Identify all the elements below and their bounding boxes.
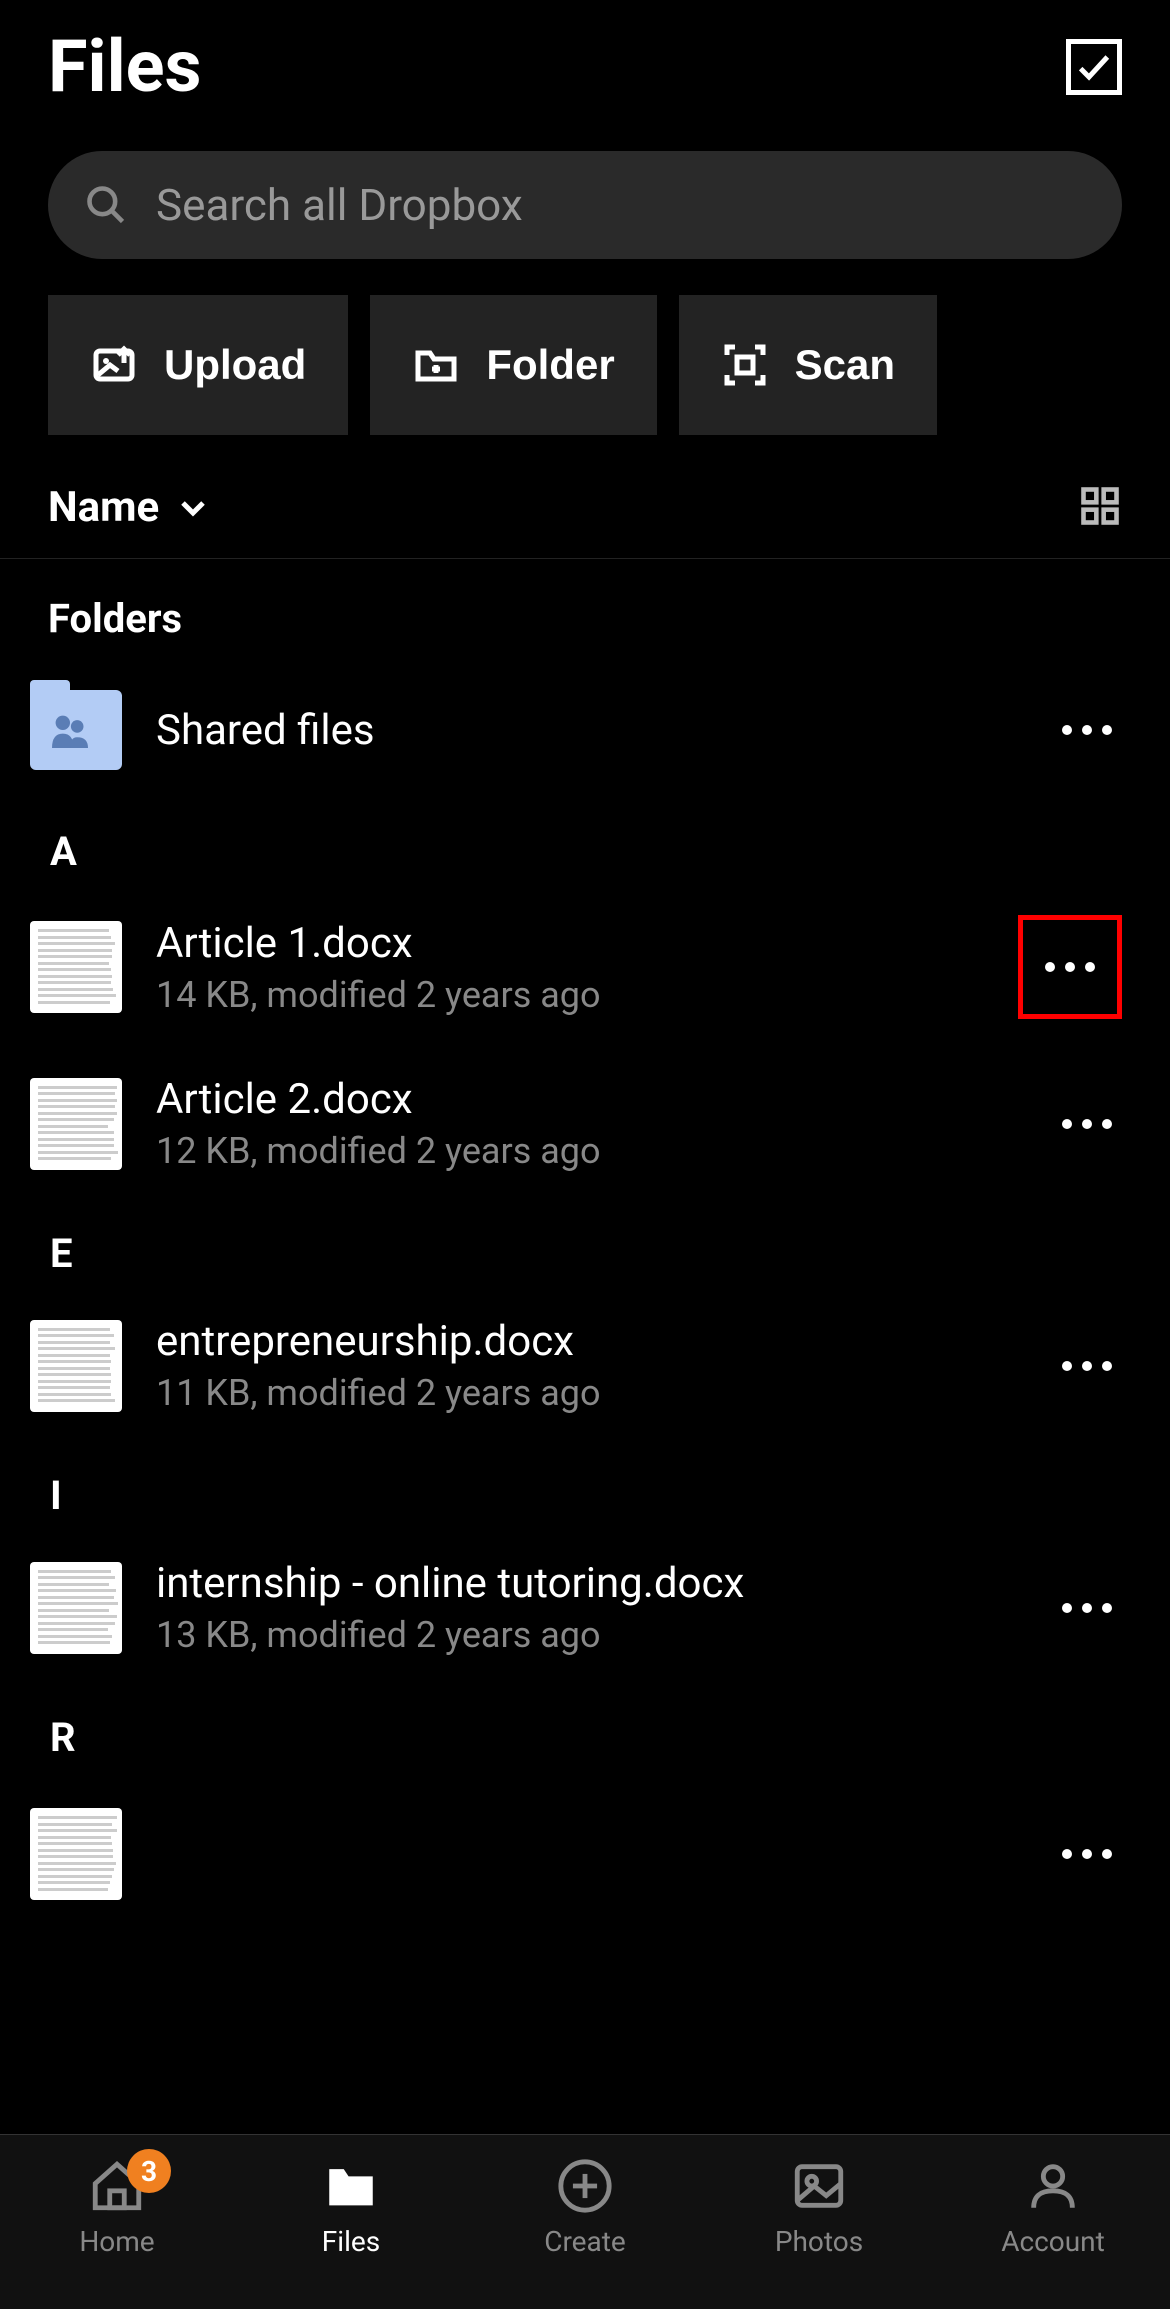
document-thumb xyxy=(30,1320,122,1412)
more-options-button[interactable] xyxy=(1052,1819,1122,1889)
tab-photos-label: Photos xyxy=(775,2225,863,2258)
tab-home-label: Home xyxy=(79,2225,154,2258)
scan-icon xyxy=(721,341,769,389)
new-folder-button[interactable]: Folder xyxy=(370,295,656,435)
folder-icon xyxy=(322,2157,380,2215)
file-meta: 13 KB, modified 2 years ago xyxy=(156,1614,1052,1656)
select-mode-button[interactable] xyxy=(1066,39,1122,95)
checkmark-icon xyxy=(1074,47,1114,87)
folder-plus-icon xyxy=(412,341,460,389)
tab-create-label: Create xyxy=(544,2225,626,2258)
shared-folder-icon xyxy=(30,690,122,770)
tab-account[interactable]: Account xyxy=(963,2157,1143,2258)
sort-label-text: Name xyxy=(48,483,159,532)
file-meta: 14 KB, modified 2 years ago xyxy=(156,974,1018,1016)
more-options-button[interactable] xyxy=(1052,1331,1122,1401)
file-item[interactable]: Article 1.docx 14 KB, modified 2 years ag… xyxy=(0,887,1170,1047)
more-options-button[interactable] xyxy=(1052,1573,1122,1643)
file-meta: 11 KB, modified 2 years ago xyxy=(156,1372,1052,1414)
document-thumb xyxy=(30,1562,122,1654)
more-options-button[interactable] xyxy=(1052,1089,1122,1159)
file-item[interactable]: entrepreneurship.docx 11 KB, modified 2 y… xyxy=(0,1289,1170,1442)
upload-icon xyxy=(90,341,138,389)
more-options-button[interactable] xyxy=(1018,915,1122,1019)
tab-files-label: Files xyxy=(322,2225,380,2258)
upload-button[interactable]: Upload xyxy=(48,295,348,435)
photo-icon xyxy=(790,2157,848,2215)
file-meta: 12 KB, modified 2 years ago xyxy=(156,1130,1052,1172)
tab-account-label: Account xyxy=(1001,2225,1105,2258)
tab-create[interactable]: Create xyxy=(495,2157,675,2258)
section-letter: E xyxy=(0,1200,1170,1289)
folder-item[interactable]: Shared files xyxy=(0,662,1170,798)
sort-button[interactable]: Name xyxy=(48,483,213,532)
scan-label: Scan xyxy=(795,341,895,389)
grid-icon xyxy=(1078,484,1122,528)
search-placeholder: Search all Dropbox xyxy=(156,179,523,231)
tab-home[interactable]: 3 Home xyxy=(27,2157,207,2258)
file-item[interactable] xyxy=(0,1773,1170,1935)
page-title: Files xyxy=(48,24,202,109)
folder-name: Shared files xyxy=(156,706,1052,755)
file-meta xyxy=(156,1865,1052,1907)
plus-circle-icon xyxy=(556,2157,614,2215)
section-letter: I xyxy=(0,1442,1170,1531)
account-icon xyxy=(1024,2157,1082,2215)
file-item[interactable]: Article 2.docx 12 KB, modified 2 years ag… xyxy=(0,1047,1170,1200)
search-icon xyxy=(84,183,128,227)
scan-button[interactable]: Scan xyxy=(679,295,937,435)
file-name: Article 1.docx xyxy=(156,919,1018,968)
bottom-tab-bar: 3 Home Files Create Photos Account xyxy=(0,2134,1170,2309)
tab-photos[interactable]: Photos xyxy=(729,2157,909,2258)
document-thumb xyxy=(30,921,122,1013)
file-item[interactable]: internship - online tutoring.docx 13 KB, … xyxy=(0,1531,1170,1684)
more-options-button[interactable] xyxy=(1052,695,1122,765)
file-name: entrepreneurship.docx xyxy=(156,1317,1052,1366)
document-thumb xyxy=(30,1078,122,1170)
file-name: Article 2.docx xyxy=(156,1075,1052,1124)
folders-section-header: Folders xyxy=(0,559,1170,662)
chevron-down-icon xyxy=(173,488,213,528)
upload-label: Upload xyxy=(164,341,306,389)
document-thumb xyxy=(30,1808,122,1900)
file-name: internship - online tutoring.docx xyxy=(156,1559,1052,1608)
section-letter: R xyxy=(0,1684,1170,1773)
folder-label: Folder xyxy=(486,341,614,389)
home-badge: 3 xyxy=(127,2149,171,2193)
tab-files[interactable]: Files xyxy=(261,2157,441,2258)
view-toggle-button[interactable] xyxy=(1078,484,1122,532)
section-letter: A xyxy=(0,798,1170,887)
search-input[interactable]: Search all Dropbox xyxy=(48,151,1122,259)
